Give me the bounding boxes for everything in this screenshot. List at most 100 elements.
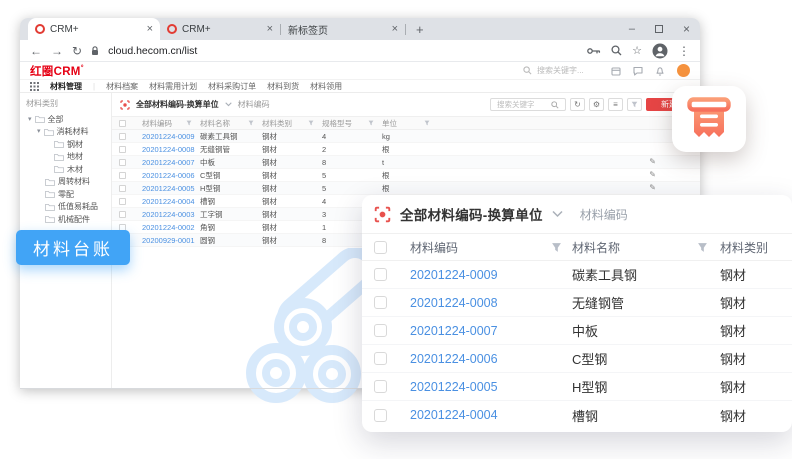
funnel-icon[interactable]	[248, 120, 254, 126]
row-checkbox[interactable]	[119, 146, 126, 153]
row-checkbox[interactable]	[119, 185, 126, 192]
view-title[interactable]: 全部材料编码-换算单位	[136, 99, 219, 110]
minimize-icon[interactable]: –	[629, 23, 635, 35]
user-avatar[interactable]	[677, 64, 690, 77]
profile-avatar-icon[interactable]	[652, 43, 668, 59]
row-checkbox[interactable]	[374, 268, 387, 281]
tree-item[interactable]: ▾ 木材	[26, 163, 111, 176]
table-row[interactable]: 20201224-0006 C型钢 钢材 5 根 ✎	[112, 169, 700, 182]
material-code-link[interactable]: 20201224-0008	[142, 145, 195, 154]
row-checkbox[interactable]	[119, 172, 126, 179]
tab-close-icon[interactable]: ×	[267, 24, 273, 35]
header-search[interactable]	[523, 65, 599, 76]
row-checkbox[interactable]	[119, 159, 126, 166]
column-header[interactable]: 材料编码	[410, 239, 458, 256]
material-code-link[interactable]: 20201224-0008	[410, 296, 498, 310]
nav-item-active[interactable]: 材料管理	[50, 81, 82, 92]
funnel-icon[interactable]	[551, 242, 562, 253]
overlay-table-row[interactable]: 20201224-0005 H型钢 钢材	[362, 373, 792, 401]
table-row[interactable]: 20201224-0008 无缝钢管 钢材 2 根 ✎	[112, 143, 700, 156]
maximize-icon[interactable]	[655, 25, 663, 33]
column-header[interactable]: 材料编码	[142, 118, 172, 129]
overlay-table-row[interactable]: 20201224-0007 中板 钢材	[362, 317, 792, 345]
refresh-button[interactable]: ↻	[570, 98, 585, 111]
material-code-link[interactable]: 20201224-0006	[410, 352, 498, 366]
row-checkbox[interactable]	[119, 133, 126, 140]
material-code-link[interactable]: 20201224-0004	[142, 197, 195, 206]
browser-tab-2[interactable]: CRM+ ×	[160, 18, 280, 40]
column-header[interactable]: 材料类别	[262, 118, 292, 129]
key-icon[interactable]	[587, 47, 601, 55]
funnel-icon[interactable]	[697, 242, 708, 253]
reload-icon[interactable]: ↻	[72, 45, 82, 57]
nav-item[interactable]: 材料采购订单	[208, 81, 256, 92]
material-code-link[interactable]: 20200929-0001	[142, 236, 195, 245]
tree-item[interactable]: ▾ 钢材	[26, 138, 111, 151]
overlay-view-title[interactable]: 全部材料编码-换算单位	[400, 204, 543, 224]
browser-menu-dots-icon[interactable]: ⋮	[678, 44, 690, 58]
tree-item[interactable]: ▾ 机械配件	[26, 213, 111, 226]
row-checkbox[interactable]	[374, 324, 387, 337]
material-code-link[interactable]: 20201224-0004	[410, 408, 498, 422]
tab-close-icon[interactable]: ×	[147, 24, 153, 35]
table-row[interactable]: 20201224-0009 碳素工具钢 钢材 4 kg ✎	[112, 130, 700, 143]
back-icon[interactable]: ←	[30, 45, 42, 57]
edit-pencil-icon[interactable]: ✎	[649, 171, 656, 179]
caret-down-icon[interactable]: ▾	[37, 128, 41, 135]
funnel-icon[interactable]	[424, 120, 430, 126]
overlay-view-field[interactable]: 材料编码	[580, 206, 628, 223]
view-field-label[interactable]: 材料编码	[238, 99, 270, 110]
row-checkbox[interactable]	[119, 198, 126, 205]
nav-item[interactable]: 材料需用计划	[149, 81, 197, 92]
overlay-table-row[interactable]: 20201224-0004 槽钢 钢材	[362, 401, 792, 429]
list-view-button[interactable]: ≡	[608, 98, 623, 111]
zoom-icon[interactable]	[611, 45, 622, 56]
url-text[interactable]: cloud.hecom.cn/list	[108, 45, 197, 57]
nav-item[interactable]: 材料到货	[267, 81, 299, 92]
edit-pencil-icon[interactable]: ✎	[649, 158, 656, 166]
table-row[interactable]: 20201224-0007 中板 钢材 8 t ✎	[112, 156, 700, 169]
material-code-link[interactable]: 20201224-0007	[410, 324, 498, 338]
list-search-box[interactable]	[490, 98, 566, 111]
close-window-icon[interactable]: ×	[683, 22, 690, 36]
material-code-link[interactable]: 20201224-0006	[142, 171, 195, 180]
column-header[interactable]: 材料名称	[572, 239, 620, 256]
browser-tab-3[interactable]: 新标签页 ×	[281, 18, 405, 40]
nav-item[interactable]: 材料档案	[106, 81, 138, 92]
settings-button[interactable]: ⚙	[589, 98, 604, 111]
tree-item[interactable]: ▾ 消耗材料	[26, 126, 111, 139]
table-row[interactable]: 20201224-0005 H型钢 钢材 5 根 ✎	[112, 182, 700, 195]
select-all-checkbox[interactable]	[374, 241, 387, 254]
nav-item[interactable]: 材料领用	[310, 81, 342, 92]
row-checkbox[interactable]	[374, 409, 387, 422]
column-header[interactable]: 材料类别	[720, 241, 768, 255]
tree-item[interactable]: ▾ 全部	[26, 113, 111, 126]
column-header[interactable]: 单位	[382, 118, 397, 129]
row-checkbox[interactable]	[119, 211, 126, 218]
column-header[interactable]: 规格型号	[322, 118, 352, 129]
tree-item[interactable]: ▾ 周转材料	[26, 176, 111, 189]
new-tab-button[interactable]: +	[416, 22, 424, 37]
tab-close-icon[interactable]: ×	[392, 24, 398, 35]
material-code-link[interactable]: 20201224-0009	[410, 268, 498, 282]
edit-pencil-icon[interactable]: ✎	[649, 184, 656, 192]
browser-tab-1[interactable]: CRM+ ×	[28, 18, 160, 40]
filter-button[interactable]	[627, 98, 642, 111]
material-code-link[interactable]: 20201224-0005	[142, 184, 195, 193]
column-header[interactable]: 材料名称	[200, 118, 230, 129]
row-checkbox[interactable]	[374, 296, 387, 309]
overlay-table-row[interactable]: 20201224-0008 无缝钢管 钢材	[362, 289, 792, 317]
bookmark-star-icon[interactable]: ☆	[632, 44, 642, 57]
list-search-input[interactable]	[495, 99, 551, 110]
funnel-icon[interactable]	[368, 120, 374, 126]
funnel-icon[interactable]	[186, 120, 192, 126]
chevron-down-icon[interactable]	[225, 102, 232, 107]
calendar-icon[interactable]	[611, 66, 621, 76]
tree-item[interactable]: ▾ 零配	[26, 188, 111, 201]
material-code-link[interactable]: 20201224-0007	[142, 158, 195, 167]
caret-down-icon[interactable]: ▾	[28, 116, 32, 123]
header-search-input[interactable]	[535, 65, 599, 76]
funnel-icon[interactable]	[308, 120, 314, 126]
select-all-checkbox[interactable]	[119, 120, 126, 127]
tree-item[interactable]: ▾ 地材	[26, 151, 111, 164]
